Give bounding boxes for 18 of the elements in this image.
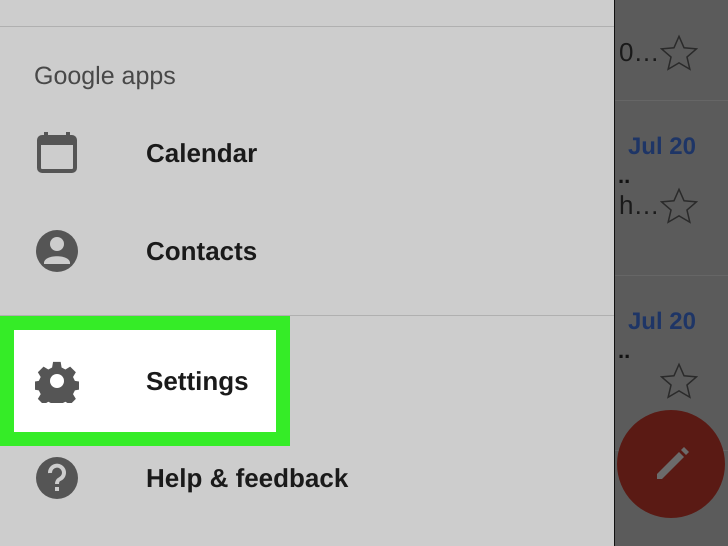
settings-icon	[35, 359, 79, 403]
help-icon	[35, 456, 79, 500]
drawer-item[interactable]: Help & feedback	[0, 446, 362, 510]
star-icon[interactable]	[660, 34, 698, 71]
star-icon[interactable]	[660, 362, 698, 399]
drawer-item[interactable]: Settings	[0, 316, 290, 446]
drawer-item[interactable]: Calendar	[0, 104, 290, 202]
mail-snippet: 0…	[619, 37, 660, 68]
mail-snippet: h…	[619, 190, 660, 221]
section-header: Google apps	[33, 61, 177, 89]
calendar-icon	[35, 131, 79, 175]
mail-sender: ..	[618, 340, 632, 362]
mail-date: Jul 20	[626, 133, 697, 161]
drawer-item[interactable]: Contacts	[0, 202, 290, 300]
contact-icon	[35, 229, 79, 273]
mail-sender: ..	[618, 165, 632, 187]
star-icon[interactable]	[660, 187, 698, 224]
mail-date: Jul 20	[626, 308, 697, 336]
